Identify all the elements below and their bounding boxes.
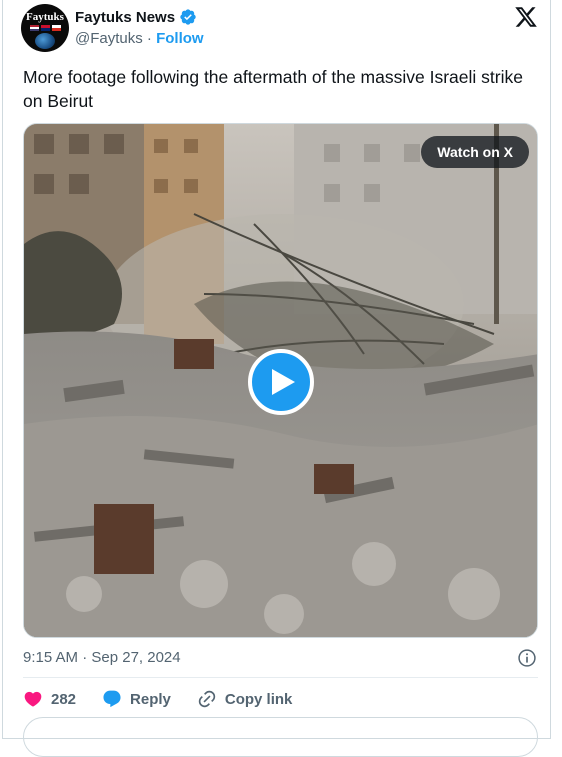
tweet-timestamp[interactable]: 9:15 AM · Sep 27, 2024 [23,649,181,666]
play-button[interactable] [248,349,314,415]
avatar-flags [29,25,61,31]
separator-dot: · [146,30,152,47]
author-handle[interactable]: @Faytuks [75,30,143,47]
author-name-row[interactable]: Faytuks News [75,8,197,26]
like-count: 282 [51,690,77,708]
reply-button[interactable]: Reply [102,689,171,709]
follow-button[interactable]: Follow [156,30,204,47]
watch-on-x-button[interactable]: Watch on X [421,136,529,168]
info-icon[interactable] [517,648,537,668]
action-bar: 282 Reply Copy link [23,688,318,710]
heart-icon [24,691,42,707]
tweet-card: Faytuks Faytuks News @Faytuks · Follow M… [2,0,551,757]
x-logo-icon[interactable] [514,5,538,29]
handle-row: @Faytuks · Follow [75,30,204,47]
reply-label: Reply [130,690,171,708]
divider [23,677,538,678]
read-replies-button[interactable] [23,717,538,757]
copy-link-label: Copy link [224,690,293,708]
video-player[interactable]: Watch on X [23,123,538,638]
verified-badge-icon [180,9,196,25]
avatar[interactable]: Faytuks [21,4,69,52]
globe-icon [35,33,55,49]
play-icon [272,369,295,395]
author-name[interactable]: Faytuks News [75,9,175,26]
link-icon [198,690,216,708]
tweet-text: More footage following the aftermath of … [23,67,523,111]
copy-link-button[interactable]: Copy link [197,689,293,709]
reply-bubble-icon [103,690,121,708]
like-button[interactable]: 282 [23,689,76,709]
avatar-logo-text: Faytuks [26,11,64,23]
